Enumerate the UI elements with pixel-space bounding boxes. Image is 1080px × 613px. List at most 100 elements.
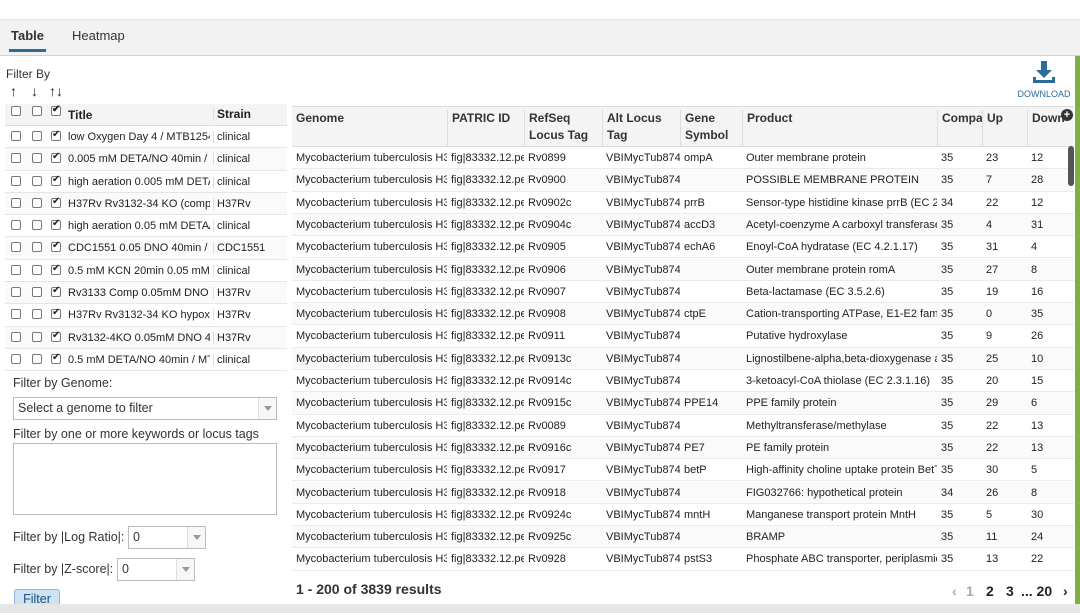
column-header-4[interactable]: Gene Symbol [680, 110, 742, 146]
pager-ellipsis[interactable]: ... 20 [1021, 583, 1052, 599]
table-row[interactable]: Mycobacterium tuberculosis H37 fig|83332.… [292, 147, 1074, 170]
column-header-2[interactable]: RefSeq Locus Tag [524, 110, 602, 146]
comparison-row[interactable]: Rv3133 Comp 0.05mM DNO H37Rv [5, 282, 287, 305]
filter-both-checkbox[interactable] [51, 352, 61, 364]
comparison-row[interactable]: low Oxygen Day 4 / MTB1254clinical [5, 126, 287, 149]
filter-down-checkbox[interactable] [32, 197, 42, 208]
comparison-row[interactable]: 0.5 mM KCN 20min 0.05 mMclinical [5, 260, 287, 283]
filter-down-checkbox[interactable] [32, 153, 42, 164]
comparison-row[interactable]: CDC1551 0.05 DNO 40min / (CDC1551 [5, 237, 287, 260]
table-row[interactable]: Mycobacterium tuberculosis H37 fig|83332.… [292, 213, 1074, 237]
column-header-title[interactable]: Title [68, 108, 210, 122]
table-row[interactable]: Mycobacterium tuberculosis H37 fig|83332.… [292, 548, 1074, 571]
filter-both-checkbox[interactable] [51, 330, 61, 342]
filter-down-checkbox[interactable] [32, 264, 42, 275]
tab-heatmap[interactable]: Heatmap [72, 28, 125, 43]
filter-down-checkbox[interactable] [32, 220, 42, 231]
table-row[interactable]: Mycobacterium tuberculosis H37 fig|83332.… [292, 392, 1074, 415]
table-row[interactable]: Mycobacterium tuberculosis H37 fig|83332.… [292, 281, 1074, 304]
comparison-row[interactable]: 0.5 mM DETA/NO 40min / MTclinical [5, 349, 287, 372]
filter-down-checkbox[interactable] [32, 175, 42, 186]
table-row[interactable]: Mycobacterium tuberculosis H37 fig|83332.… [292, 459, 1074, 482]
bottom-scroll-bar[interactable] [0, 604, 1080, 613]
select-all-down-checkbox[interactable] [32, 106, 42, 116]
pager-prev-icon[interactable]: ‹ [952, 583, 957, 599]
table-row[interactable]: Mycobacterium tuberculosis H37 fig|83332.… [292, 415, 1074, 437]
filter-both-checkbox[interactable] [51, 151, 61, 164]
filter-up-checkbox[interactable] [11, 331, 21, 342]
table-cell: VBIMycTub874 [606, 241, 680, 254]
table-cell: fig|83332.12.pe [451, 174, 524, 187]
filter-up-checkbox[interactable] [11, 175, 21, 186]
column-header-1[interactable]: PATRIC ID [447, 110, 524, 146]
filter-up-checkbox[interactable] [11, 153, 21, 164]
filter-both-checkbox[interactable] [51, 240, 61, 253]
pager-page-2[interactable]: 2 [986, 583, 994, 599]
grid-scrollbar[interactable] [1068, 146, 1074, 186]
filter-down-checkbox[interactable] [32, 353, 42, 364]
column-header-3[interactable]: Alt Locus Tag [602, 110, 680, 146]
comparison-row[interactable]: high aeration 0.05 mM DETA/clinical [5, 215, 287, 238]
chevron-down-icon[interactable] [187, 527, 205, 548]
chevron-down-icon[interactable] [176, 559, 194, 580]
table-row[interactable]: Mycobacterium tuberculosis H37 fig|83332.… [292, 481, 1074, 504]
table-row[interactable]: Mycobacterium tuberculosis H37 fig|83332.… [292, 370, 1074, 393]
column-header-0[interactable]: Genome [292, 110, 447, 146]
pager-page-1[interactable]: 1 [966, 583, 974, 599]
filter-up-checkbox[interactable] [11, 353, 21, 364]
filter-both-checkbox[interactable] [51, 196, 61, 208]
table-row[interactable]: Mycobacterium tuberculosis H37 fig|83332.… [292, 347, 1074, 370]
comparison-row[interactable]: high aeration 0.005 mM DETAclinical [5, 171, 287, 193]
column-header-5[interactable]: Product [742, 110, 937, 146]
comparison-row[interactable]: 0.005 mM DETA/NO 40min / Iclinical [5, 148, 287, 171]
genome-select[interactable]: Select a genome to filter [13, 397, 277, 420]
filter-both-checkbox[interactable] [51, 129, 61, 141]
comparison-row[interactable]: H37Rv Rv3132-34 KO (complH37Rv [5, 192, 287, 216]
chevron-down-icon[interactable] [258, 398, 276, 419]
pager-next-icon[interactable]: › [1063, 583, 1068, 599]
table-row[interactable]: Mycobacterium tuberculosis H37 fig|83332.… [292, 236, 1074, 259]
filter-up-checkbox[interactable] [11, 242, 21, 253]
column-header-7[interactable]: Up [982, 110, 1027, 146]
table-row[interactable]: Mycobacterium tuberculosis H37 fig|83332.… [292, 169, 1074, 192]
table-row[interactable]: Mycobacterium tuberculosis H37 fig|83332.… [292, 258, 1074, 281]
filter-down-checkbox[interactable] [32, 242, 42, 253]
arrow-down-icon[interactable]: ↓ [31, 83, 38, 99]
filter-up-checkbox[interactable] [11, 309, 21, 320]
filter-up-checkbox[interactable] [11, 197, 21, 208]
download-button[interactable]: DOWNLOAD [1016, 60, 1072, 99]
table-row[interactable]: Mycobacterium tuberculosis H37 fig|83332.… [292, 504, 1074, 527]
filter-both-checkbox[interactable] [51, 263, 61, 275]
table-row[interactable]: Mycobacterium tuberculosis H37 fig|83332.… [292, 436, 1074, 460]
pager-page-3[interactable]: 3 [1006, 583, 1014, 599]
comparison-row[interactable]: H37Rv Rv3132-34 KO hypoxiH37Rv [5, 304, 287, 327]
filter-down-checkbox[interactable] [32, 309, 42, 320]
filter-both-checkbox[interactable] [51, 218, 61, 231]
arrow-up-down-icon[interactable]: ↑↓ [49, 83, 63, 99]
column-header-6[interactable]: Compa [937, 110, 982, 146]
filter-both-checkbox[interactable] [51, 285, 61, 298]
filter-both-checkbox[interactable] [51, 307, 61, 320]
arrow-up-icon[interactable]: ↑ [10, 83, 17, 99]
table-row[interactable]: Mycobacterium tuberculosis H37 fig|83332.… [292, 325, 1074, 348]
tab-table[interactable]: Table [9, 28, 46, 52]
filter-down-checkbox[interactable] [32, 287, 42, 298]
keywords-textarea[interactable] [13, 443, 277, 515]
log-ratio-select[interactable]: 0 [128, 526, 206, 549]
filter-up-checkbox[interactable] [11, 131, 21, 141]
filter-up-checkbox[interactable] [11, 264, 21, 275]
table-row[interactable]: Mycobacterium tuberculosis H37 fig|83332.… [292, 303, 1074, 326]
select-all-both-checkbox[interactable] [51, 104, 61, 116]
filter-down-checkbox[interactable] [32, 331, 42, 342]
zscore-select[interactable]: 0 [117, 558, 195, 581]
column-header-strain[interactable]: Strain [213, 107, 283, 121]
filter-up-checkbox[interactable] [11, 220, 21, 231]
select-all-up-checkbox[interactable] [11, 106, 21, 116]
comparison-row[interactable]: Rv3132-4KO 0.05mM DNO 4H37Rv [5, 326, 287, 349]
add-column-icon[interactable]: + [1061, 109, 1073, 121]
filter-up-checkbox[interactable] [11, 287, 21, 298]
table-row[interactable]: Mycobacterium tuberculosis H37 fig|83332.… [292, 526, 1074, 549]
table-row[interactable]: Mycobacterium tuberculosis H37 fig|83332.… [292, 192, 1074, 214]
filter-both-checkbox[interactable] [51, 174, 61, 186]
filter-down-checkbox[interactable] [32, 131, 42, 141]
